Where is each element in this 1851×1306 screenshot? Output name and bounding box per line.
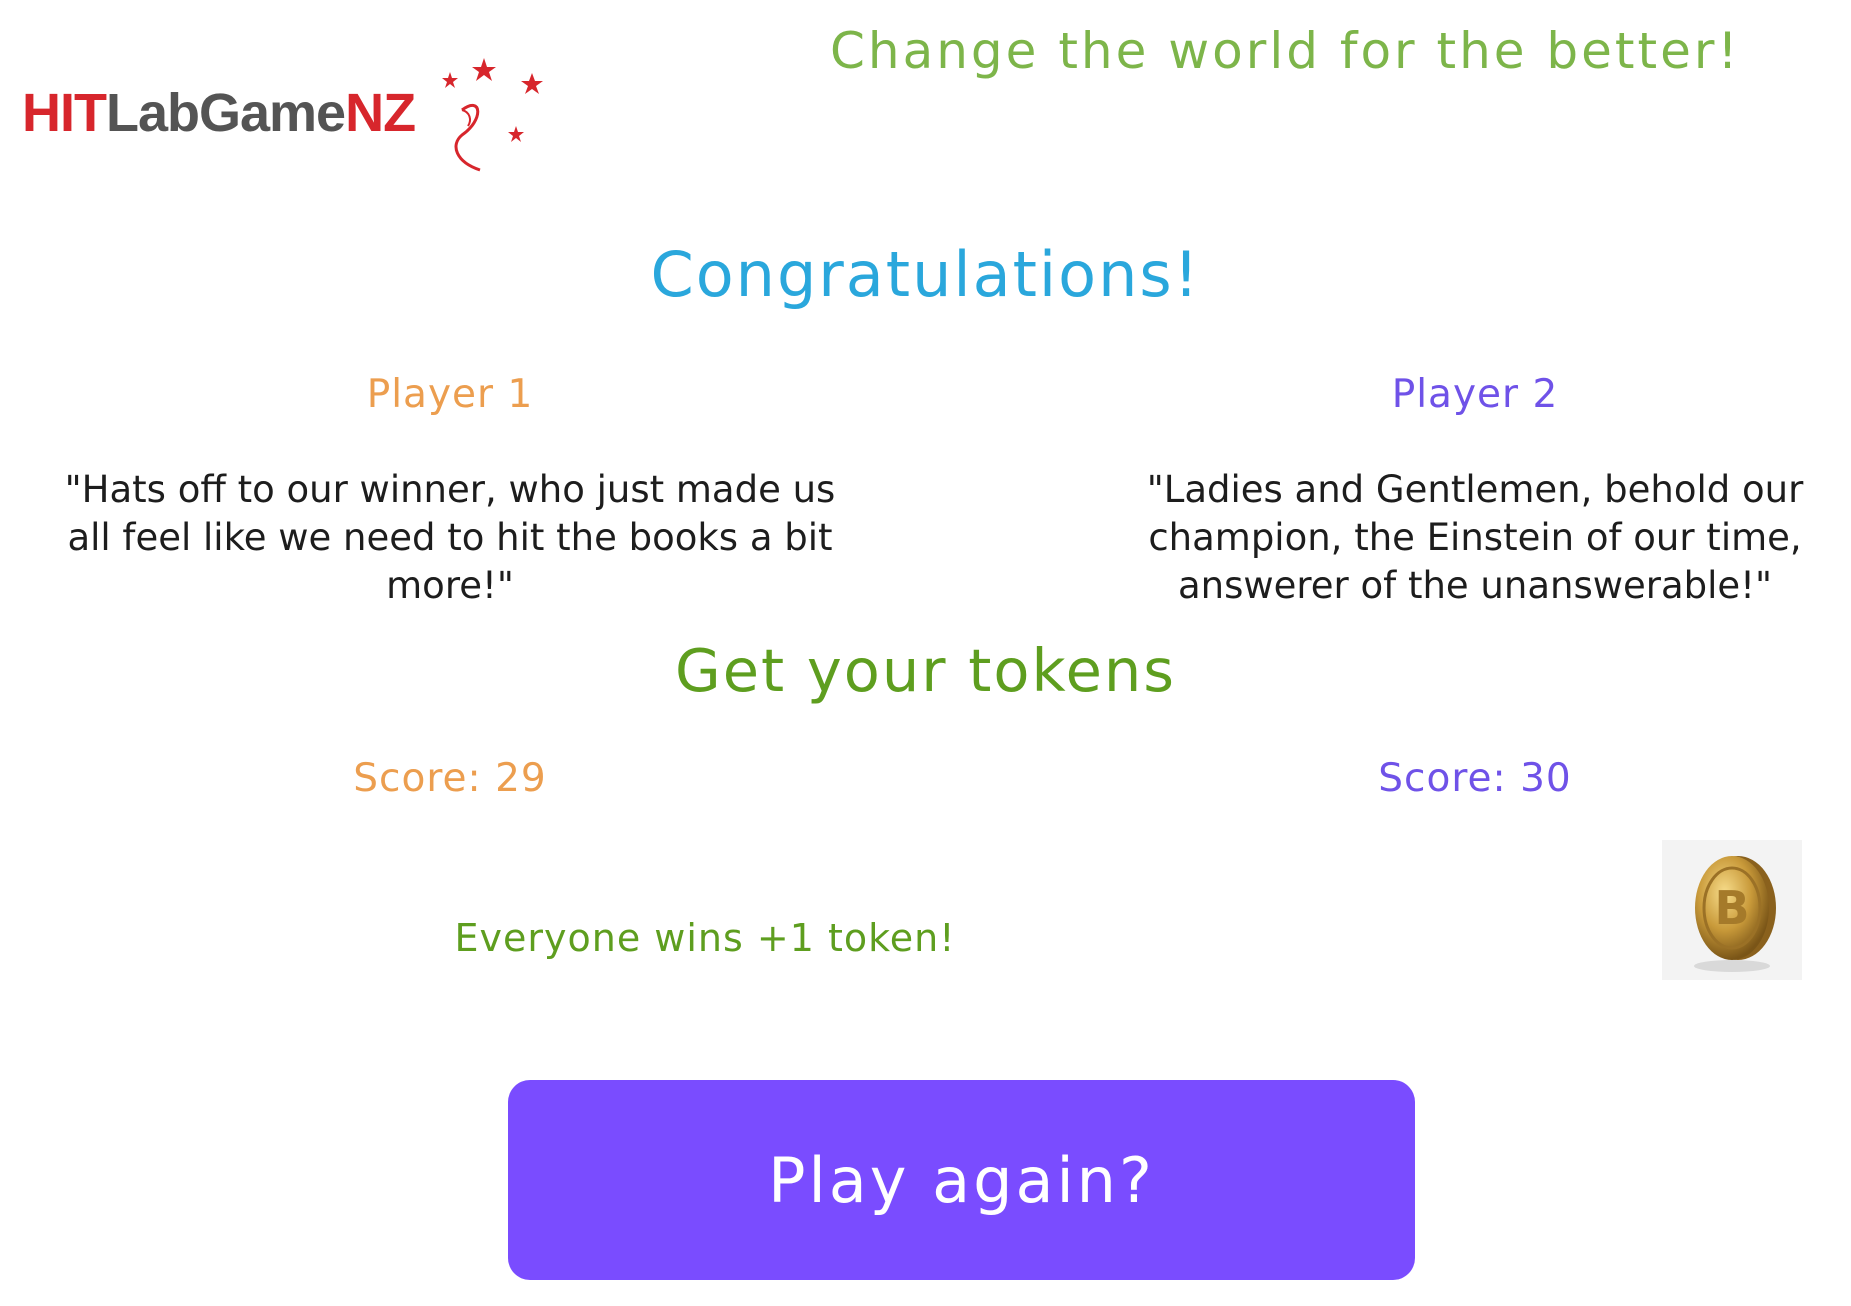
congrats-title: Congratulations! [650, 238, 1201, 311]
logo-part-hit: HIT [22, 83, 107, 143]
player-1-name: Player 1 [366, 372, 534, 417]
logo: HITLabGameNZ [22, 58, 543, 172]
player-1-quote: "Hats off to our winner, who just made u… [64, 468, 836, 607]
tokens-title: Get your tokens [674, 636, 1177, 705]
logo-part-labgame: LabGame [106, 83, 346, 143]
player-2-name: Player 2 [1391, 372, 1559, 417]
bitcoin-coin-icon: B [1662, 840, 1802, 980]
play-again-button[interactable]: Play again? [508, 1080, 1415, 1280]
stars-swirl-icon [442, 58, 543, 172]
player-1-score: Score: 29 [353, 756, 547, 801]
logo-text: HITLabGameNZ [22, 82, 416, 144]
player-2-score: Score: 30 [1378, 756, 1572, 801]
player-2-quote: "Ladies and Gentlemen, behold our champi… [1146, 468, 1804, 607]
logo-part-nz: NZ [345, 83, 416, 143]
svg-text:B: B [1714, 881, 1749, 935]
tagline: Change the world for the better! [830, 22, 1741, 80]
everyone-wins-text: Everyone wins +1 token! [454, 916, 956, 960]
